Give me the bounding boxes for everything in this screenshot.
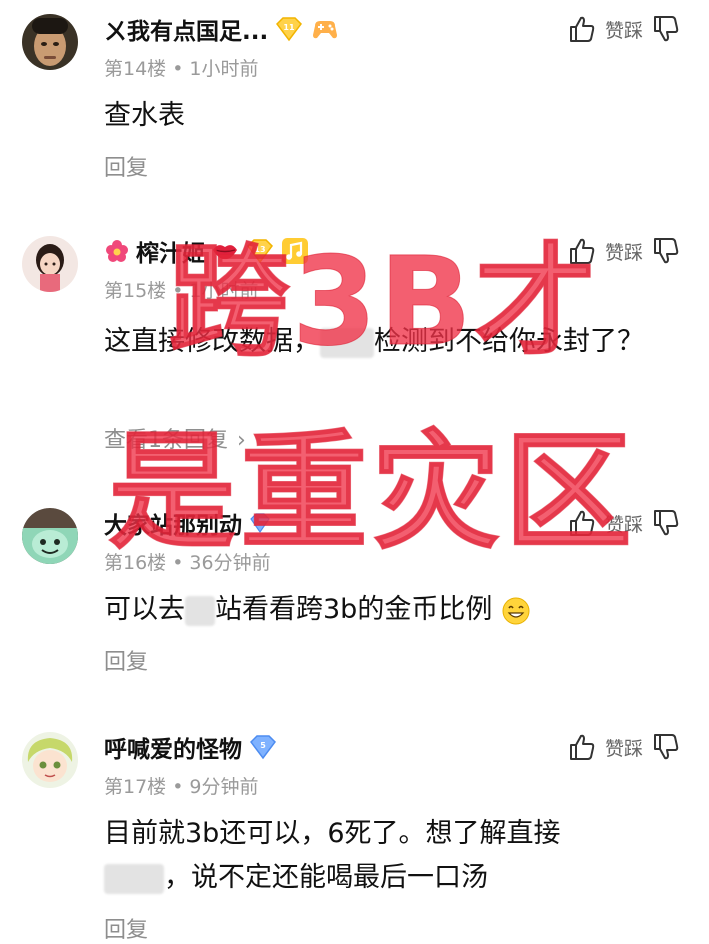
name-row: 呼喊爱的怪物 5 bbox=[104, 730, 278, 764]
view-replies-label: 查看1条回复 bbox=[104, 428, 228, 453]
thumbs-down-icon[interactable] bbox=[651, 14, 681, 44]
comment-meta: 第14楼 • 1小时前 bbox=[104, 58, 259, 80]
username[interactable]: 大家站那别动 bbox=[104, 506, 242, 540]
redacted-block bbox=[104, 863, 164, 894]
redacted-block bbox=[185, 595, 215, 626]
comment-text-part: 检测到不给你永封了？ bbox=[374, 326, 644, 357]
level-number: 13 bbox=[254, 245, 265, 254]
level-number: 11 bbox=[284, 23, 296, 32]
vote-label: 赞踩 bbox=[604, 737, 643, 760]
name-row: 榨汁姬 13 bbox=[104, 234, 309, 268]
game-badge bbox=[310, 16, 340, 42]
username[interactable]: 榨汁姬 bbox=[136, 234, 205, 268]
comment-meta: 第16楼 • 36分钟前 bbox=[104, 552, 271, 574]
level-number: 5 bbox=[260, 741, 266, 750]
comment-item: 呼喊爱的怪物 5 第17楼 • 9分钟前 赞踩 目前就3b还可以，6死了。想了解直接… bbox=[0, 718, 709, 944]
thumbs-up-icon[interactable] bbox=[567, 732, 597, 762]
level-badge: 5 bbox=[248, 734, 278, 760]
name-row: ㄨ我有点国足... 11 bbox=[104, 12, 340, 46]
comment-meta: 第15楼 • 1小时前 bbox=[104, 280, 259, 302]
comment-text-part: 这直接修改数据， bbox=[104, 326, 320, 357]
gamepad-icon bbox=[313, 21, 338, 39]
comment-text: 查水表 bbox=[104, 100, 185, 131]
comment-meta: 第17楼 • 9分钟前 bbox=[104, 776, 259, 798]
comment-text-part: 站看看跨3b的金币比例 bbox=[215, 594, 493, 625]
lips-icon bbox=[213, 245, 237, 260]
comment-text-line: 目前就3b还可以，6死了。想了解直接 bbox=[104, 818, 561, 849]
redacted-block bbox=[320, 327, 374, 358]
comment-text: 可以去 站看看跨3b的金币比例 bbox=[104, 588, 684, 632]
avatar[interactable] bbox=[22, 732, 78, 788]
comment-text: 目前就3b还可以，6死了。想了解直接 ，说不定还能喝最后一口汤 bbox=[104, 812, 684, 900]
diamond-icon bbox=[250, 513, 270, 534]
avatar[interactable] bbox=[22, 14, 78, 70]
post-time: 9分钟前 bbox=[189, 776, 259, 798]
thumbs-down-icon[interactable] bbox=[651, 732, 681, 762]
avatar-image bbox=[22, 732, 78, 788]
username[interactable]: 呼喊爱的怪物 bbox=[104, 730, 242, 764]
reply-button[interactable]: 回复 bbox=[104, 912, 148, 944]
vote-label: 赞踩 bbox=[604, 241, 643, 264]
diamond-level-icon: 11 bbox=[276, 17, 303, 42]
thumbs-down-icon[interactable] bbox=[651, 236, 681, 266]
chevron-right-icon: › bbox=[237, 428, 246, 453]
post-time: 1小时前 bbox=[189, 58, 259, 80]
reply-button[interactable]: 回复 bbox=[104, 644, 148, 676]
avatar[interactable] bbox=[22, 236, 78, 292]
comment-text-line: ，说不定还能喝最后一口汤 bbox=[104, 856, 684, 900]
level-badge: 11 bbox=[274, 16, 304, 42]
vote-actions: 赞踩 bbox=[567, 506, 681, 540]
reply-button[interactable]: 回复 bbox=[104, 150, 148, 182]
floor-number: 第14楼 bbox=[104, 58, 167, 80]
vote-label: 赞踩 bbox=[604, 19, 643, 42]
view-replies-link[interactable]: 查看1条回复 › bbox=[104, 422, 246, 454]
floor-number: 第16楼 bbox=[104, 552, 167, 574]
comment-item: 榨汁姬 13 第15楼 • 1小时前 赞踩 这直接修改数据， 检测到不给你永封了… bbox=[0, 222, 709, 472]
diamond-level-icon: 13 bbox=[247, 239, 273, 264]
avatar-image bbox=[22, 14, 78, 70]
name-row: 大家站那别动 bbox=[104, 506, 272, 540]
avatar-image bbox=[22, 508, 78, 564]
vote-label: 赞踩 bbox=[604, 513, 643, 536]
level-badge: 13 bbox=[245, 238, 275, 264]
thumbs-up-icon[interactable] bbox=[567, 236, 597, 266]
vote-actions: 赞踩 bbox=[567, 234, 681, 268]
comment-text: 这直接修改数据， 检测到不给你永封了？ bbox=[104, 320, 684, 364]
thumbs-up-icon[interactable] bbox=[567, 14, 597, 44]
comment-item: ㄨ我有点国足... 11 第14楼 • 1小时前 赞踩 查水表 回复 bbox=[0, 0, 709, 200]
floor-number: 第17楼 bbox=[104, 776, 167, 798]
grin-emoji-icon bbox=[502, 597, 530, 624]
vote-actions: 赞踩 bbox=[567, 12, 681, 46]
vote-actions: 赞踩 bbox=[567, 730, 681, 764]
post-time: 1小时前 bbox=[189, 280, 259, 302]
comment-text-part: 可以去 bbox=[104, 594, 185, 625]
diamond-level-icon: 5 bbox=[250, 735, 276, 760]
avatar-image bbox=[22, 236, 78, 292]
floor-number: 第15楼 bbox=[104, 280, 167, 302]
thumbs-up-icon[interactable] bbox=[567, 508, 597, 538]
post-time: 36分钟前 bbox=[189, 552, 271, 574]
comment-text-part: ，说不定还能喝最后一口汤 bbox=[164, 862, 488, 893]
thumbs-down-icon[interactable] bbox=[651, 508, 681, 538]
username[interactable]: ㄨ我有点国足... bbox=[104, 12, 268, 46]
music-note-icon bbox=[282, 238, 308, 264]
flower-icon bbox=[106, 240, 128, 262]
avatar[interactable] bbox=[22, 508, 78, 564]
comment-item: 大家站那别动 第16楼 • 36分钟前 赞踩 可以去 站看看跨3b的金币比例 回复 bbox=[0, 494, 709, 694]
